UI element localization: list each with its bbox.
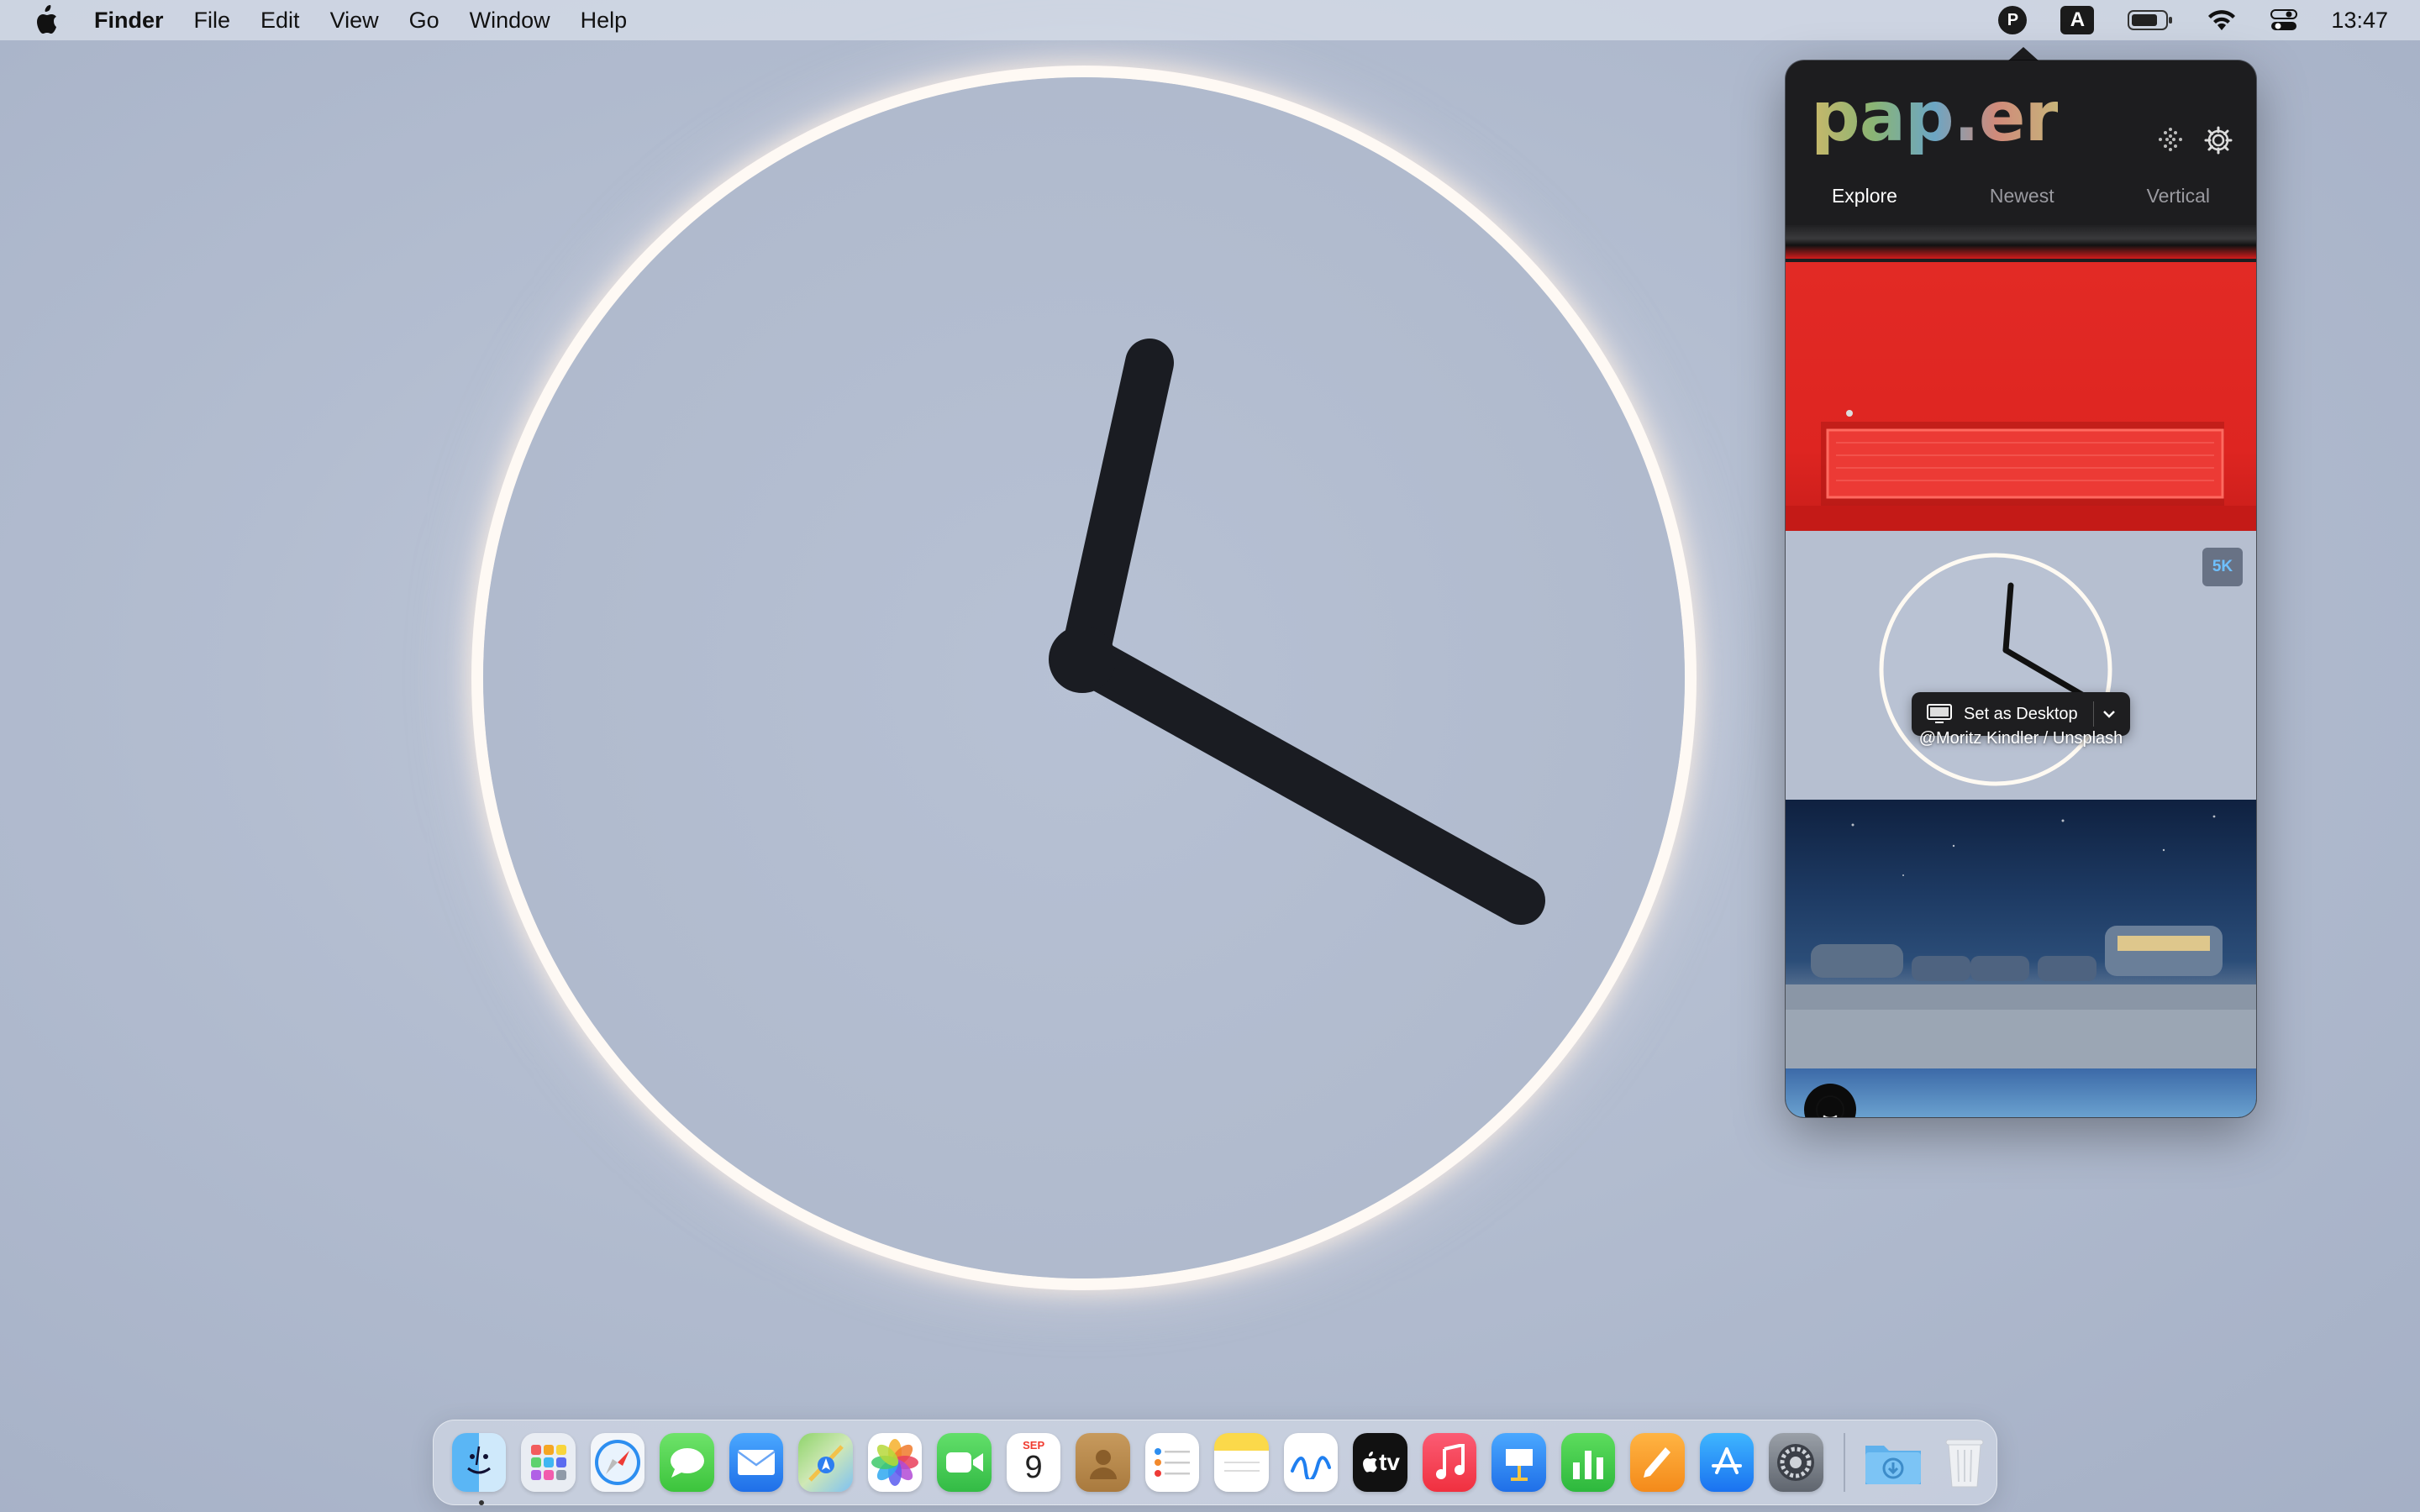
menu-edit[interactable]: Edit [260,8,300,34]
notes-icon[interactable] [1214,1433,1269,1492]
photo-credit[interactable]: @Moritz Kindler / Unsplash [1786,729,2256,748]
apple-menu-icon[interactable] [32,3,60,37]
apple-tv-label: tv [1379,1449,1400,1475]
wallpaper-thumbnail[interactable] [1786,262,2256,531]
freeform-icon[interactable] [1283,1433,1339,1492]
wallpaper-thumbnail[interactable] [1786,225,2256,259]
downloads-folder-icon[interactable] [1864,1433,1923,1492]
menu-app-name[interactable]: Finder [94,8,164,34]
paper-status-icon[interactable]: P [1998,6,2028,34]
menu-help[interactable]: Help [581,8,628,34]
system-settings-icon[interactable] [1769,1433,1823,1492]
set-as-desktop-label: Set as Desktop [1964,704,2078,723]
mail-icon[interactable] [729,1433,784,1492]
contacts-icon[interactable] [1076,1433,1130,1492]
tab-vertical[interactable]: Vertical [2135,180,2222,230]
keynote-icon[interactable] [1491,1433,1546,1492]
battery-icon[interactable] [2128,9,2173,31]
music-icon[interactable] [1422,1433,1477,1492]
finder-icon[interactable] [452,1433,507,1505]
menu-clock[interactable]: 13:47 [2331,8,2388,34]
photos-icon[interactable] [867,1433,923,1492]
dock: SEP 9 tv [433,1420,1997,1505]
calendar-day: 9 [1024,1449,1043,1485]
app-store-icon[interactable] [1699,1433,1754,1492]
resolution-badge: 5K [2202,548,2243,586]
tab-explore[interactable]: Explore [1820,180,1909,235]
messages-icon[interactable] [660,1433,714,1492]
launchpad-icon[interactable] [521,1433,576,1492]
trash-icon[interactable] [1938,1433,1991,1492]
random-dots-icon[interactable] [2157,126,2184,159]
calendar-icon[interactable]: SEP 9 [1006,1433,1061,1492]
monitor-icon [1927,704,1957,724]
reminders-icon[interactable] [1144,1433,1200,1492]
control-center-icon[interactable] [2270,8,2298,32]
menu-window[interactable]: Window [470,8,550,34]
dock-separator [1843,1433,1845,1492]
wallpaper-thumbnail[interactable] [1786,1068,2256,1117]
wifi-icon[interactable] [2207,8,2237,32]
maps-icon[interactable] [798,1433,853,1492]
menu-go[interactable]: Go [409,8,439,34]
safari-icon[interactable] [590,1433,645,1492]
paper-panel: pap.er Explore Newest Vertical 5K Set as… [1786,60,2256,1117]
gear-icon[interactable] [2204,126,2233,159]
pages-icon[interactable] [1630,1433,1685,1492]
input-source-icon[interactable]: A [2060,6,2095,34]
menu-file[interactable]: File [194,8,231,34]
running-indicator [479,1500,484,1505]
wallpaper-thumbnail[interactable] [1786,800,2256,1068]
menu-view[interactable]: View [330,8,379,34]
numbers-icon[interactable] [1560,1433,1616,1492]
apple-tv-icon[interactable]: tv [1353,1433,1407,1492]
chevron-down-icon[interactable] [2094,709,2124,719]
paper-logo: pap.er [1811,77,2059,157]
panel-tabs: Explore Newest Vertical [1786,180,2256,235]
wallpaper-thumbnail-selected[interactable]: 5K Set as Desktop @Moritz Kindler / Unsp… [1786,531,2256,800]
menu-bar: Finder File Edit View Go Window Help P A… [0,0,2420,40]
tab-newest[interactable]: Newest [1978,180,2066,230]
facetime-icon[interactable] [937,1433,992,1492]
